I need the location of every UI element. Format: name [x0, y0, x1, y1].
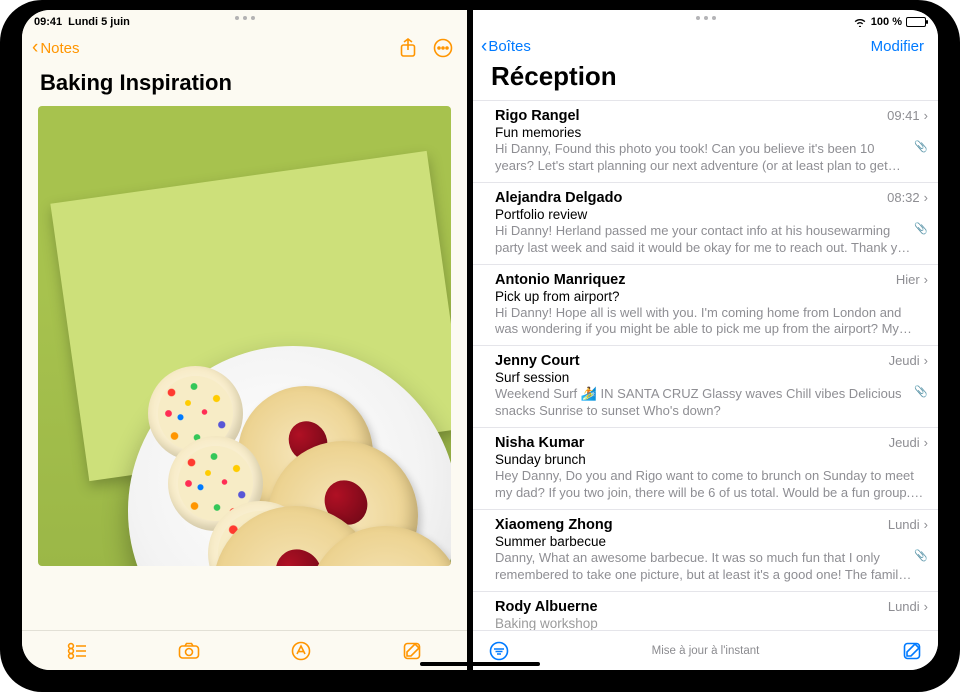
mail-subject: Fun memories [495, 125, 928, 140]
mail-preview: Hey Danny, Do you and Rigo want to come … [495, 468, 928, 502]
mail-sender: Xiaomeng Zhong [495, 517, 613, 533]
attachment-icon: 📎 [914, 549, 928, 562]
status-time: 09:41 [34, 16, 62, 28]
mail-row[interactable]: Rody Albuerne Lundi › Baking workshop [473, 591, 938, 630]
status-bar-left: 09:41 Lundi 5 juin [22, 10, 467, 30]
attachment-icon: 📎 [914, 222, 928, 235]
battery-icon [906, 17, 926, 27]
mail-back-label: Boîtes [488, 38, 531, 55]
mail-row[interactable]: Jenny Court Jeudi › Surf session Weekend… [473, 345, 938, 427]
multitask-control-right[interactable] [696, 16, 716, 20]
mail-list[interactable]: Rigo Rangel 09:41 › Fun memories Hi Dann… [473, 100, 938, 630]
attachment-icon: 📎 [914, 140, 928, 153]
wifi-icon [853, 17, 867, 27]
note-image [38, 106, 451, 566]
camera-icon[interactable] [178, 642, 200, 660]
home-indicator[interactable] [420, 662, 540, 666]
chevron-left-icon: ‹ [481, 40, 487, 54]
note-title: Baking Inspiration [22, 62, 467, 106]
notes-app-pane: 09:41 Lundi 5 juin ‹ Notes [22, 10, 467, 670]
mail-preview: Hi Danny! Hope all is well with you. I'm… [495, 305, 928, 339]
mail-nav-bar: ‹ Boîtes Modifier [473, 30, 938, 57]
status-date: Lundi 5 juin [68, 16, 130, 28]
compose-note-icon[interactable] [402, 641, 422, 661]
mail-time: Jeudi [889, 353, 920, 368]
mail-row[interactable]: Rigo Rangel 09:41 › Fun memories Hi Dann… [473, 100, 938, 182]
notes-toolbar [22, 630, 467, 670]
mail-preview: Danny, What an awesome barbecue. It was … [495, 550, 914, 584]
mail-edit-button[interactable]: Modifier [871, 38, 924, 55]
battery-percent: 100 % [871, 16, 902, 28]
chevron-right-icon: › [924, 190, 928, 205]
mailbox-title: Réception [473, 57, 938, 100]
notes-nav-bar: ‹ Notes [22, 30, 467, 62]
chevron-right-icon: › [924, 517, 928, 532]
mail-time: 08:32 [887, 190, 920, 205]
mail-preview: Hi Danny! Herland passed me your contact… [495, 223, 914, 257]
mail-time: Jeudi [889, 435, 920, 450]
mail-subject: Portfolio review [495, 207, 928, 222]
mail-subject: Summer barbecue [495, 534, 928, 549]
mail-row[interactable]: Xiaomeng Zhong Lundi › Summer barbecue D… [473, 509, 938, 591]
mail-row[interactable]: Nisha Kumar Jeudi › Sunday brunch Hey Da… [473, 427, 938, 509]
mail-sender: Rody Albuerne [495, 599, 598, 615]
multitask-control-left[interactable] [235, 16, 255, 20]
chevron-right-icon: › [924, 353, 928, 368]
mail-status-text: Mise à jour à l'instant [473, 645, 938, 657]
chevron-right-icon: › [924, 272, 928, 287]
mail-sender: Alejandra Delgado [495, 190, 622, 206]
chevron-left-icon: ‹ [32, 41, 38, 55]
share-icon[interactable] [399, 38, 417, 58]
mail-app-pane: 100 % ‹ Boîtes Modifier Réception Rigo R… [473, 10, 938, 670]
attachment-icon: 📎 [914, 385, 928, 398]
mail-toolbar: Mise à jour à l'instant [473, 630, 938, 670]
mail-subject: Sunday brunch [495, 452, 928, 467]
mail-time: 09:41 [887, 108, 920, 123]
mail-preview: Hi Danny, Found this photo you took! Can… [495, 141, 914, 175]
mail-back-button[interactable]: ‹ Boîtes [481, 38, 531, 55]
mail-row[interactable]: Antonio Manriquez Hier › Pick up from ai… [473, 264, 938, 346]
checklist-icon[interactable] [67, 642, 87, 660]
more-icon[interactable] [433, 38, 453, 58]
mail-row[interactable]: Alejandra Delgado 08:32 › Portfolio revi… [473, 182, 938, 264]
chevron-right-icon: › [924, 108, 928, 123]
mail-subject: Surf session [495, 370, 928, 385]
mail-subject: Pick up from airport? [495, 289, 928, 304]
mail-subject: Baking workshop [495, 616, 928, 630]
mail-time: Lundi [888, 517, 920, 532]
ipad-frame: 09:41 Lundi 5 juin ‹ Notes [0, 0, 960, 692]
markup-icon[interactable] [291, 641, 311, 661]
note-body[interactable] [22, 106, 467, 630]
mail-sender: Rigo Rangel [495, 108, 580, 124]
status-bar-right: 100 % [473, 10, 938, 30]
notes-back-button[interactable]: ‹ Notes [32, 40, 80, 57]
chevron-right-icon: › [924, 435, 928, 450]
mail-sender: Antonio Manriquez [495, 272, 626, 288]
chevron-right-icon: › [924, 599, 928, 614]
screen: 09:41 Lundi 5 juin ‹ Notes [22, 10, 938, 670]
mail-time: Hier [896, 272, 920, 287]
mail-time: Lundi [888, 599, 920, 614]
mail-sender: Jenny Court [495, 353, 580, 369]
mail-sender: Nisha Kumar [495, 435, 584, 451]
mail-preview: Weekend Surf 🏄 IN SANTA CRUZ Glassy wave… [495, 386, 914, 420]
notes-back-label: Notes [40, 40, 79, 57]
